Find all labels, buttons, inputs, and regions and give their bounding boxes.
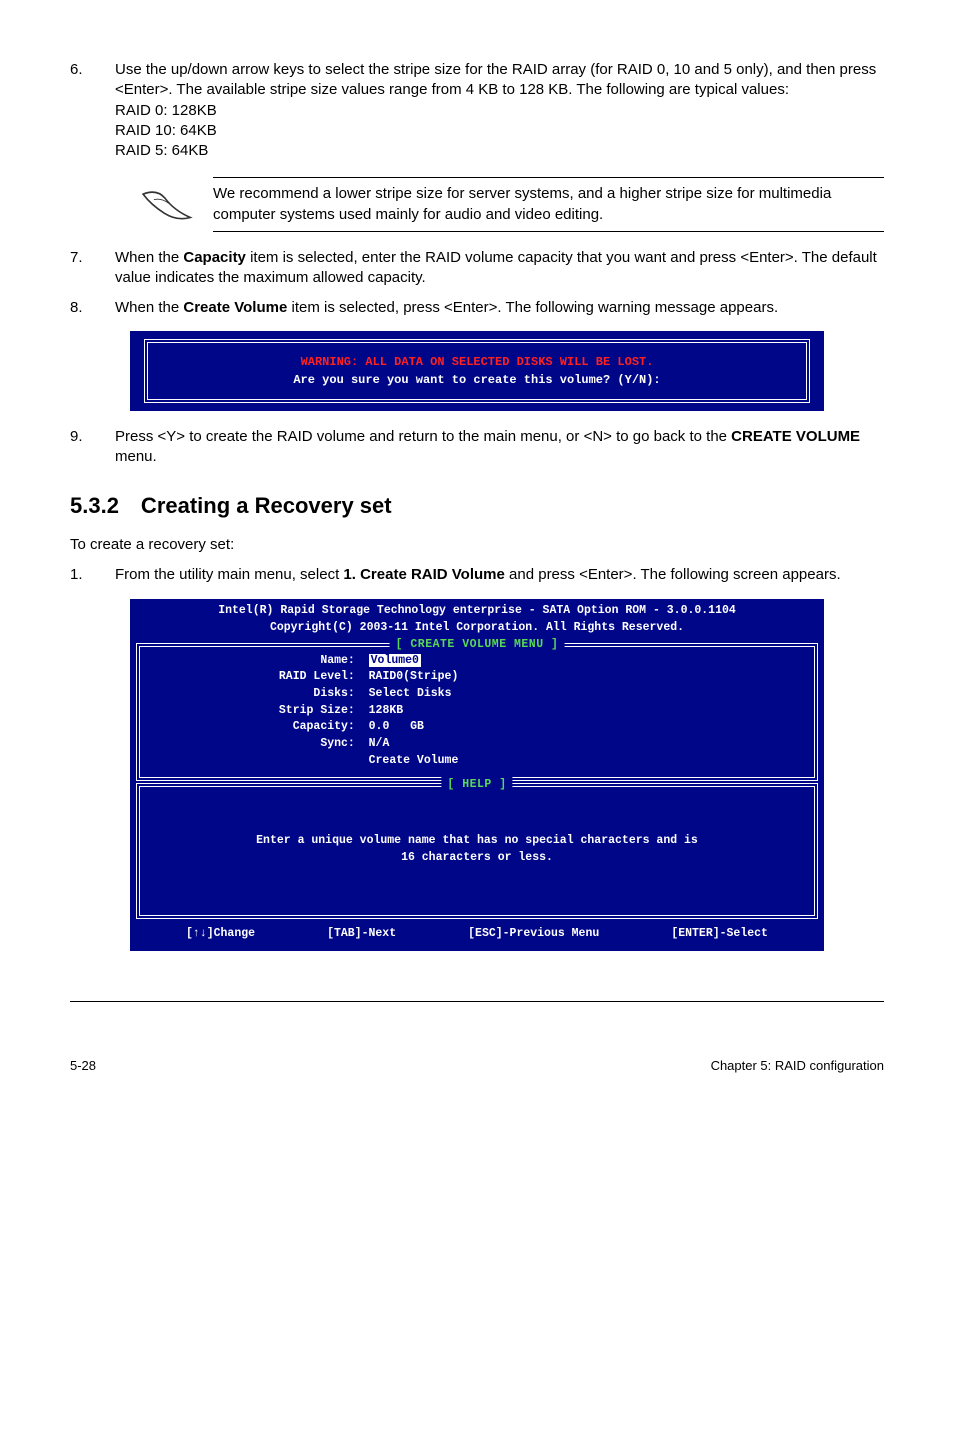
bios-header: Intel(R) Rapid Storage Technology enterp…	[130, 599, 824, 640]
bios-header-line2: Copyright(C) 2003-11 Intel Corporation. …	[130, 620, 824, 637]
disks-value: Select Disks	[369, 687, 452, 700]
sync-value: N/A	[369, 737, 390, 750]
page-footer: 5-28 Chapter 5: RAID configuration	[70, 1057, 884, 1075]
panel-title-create: [ CREATE VOLUME MENU ]	[390, 637, 565, 654]
step8-bold: Create Volume	[183, 299, 287, 316]
step-1: 1. From the utility main menu, select 1.…	[70, 565, 884, 585]
bios-header-line1: Intel(R) Rapid Storage Technology enterp…	[130, 603, 824, 620]
bios-screen: Intel(R) Rapid Storage Technology enterp…	[130, 599, 824, 951]
step1-post: and press <Enter>. The following screen …	[505, 566, 841, 583]
note-text-container: We recommend a lower stripe size for ser…	[213, 175, 884, 234]
step-8: 8. When the Create Volume item is select…	[70, 298, 884, 318]
note-text: We recommend a lower stripe size for ser…	[213, 180, 884, 229]
step1-pre: From the utility main menu, select	[115, 566, 343, 583]
step6-text: Use the up/down arrow keys to select the…	[115, 61, 876, 98]
step8-pre: When the	[115, 299, 183, 316]
raid-value: RAID0(Stripe)	[369, 670, 459, 683]
step1-bold: 1. Create RAID Volume	[343, 566, 504, 583]
name-value: Volume0	[369, 654, 421, 667]
help-panel: [ HELP ] Enter a unique volume name that…	[136, 783, 818, 918]
chapter-label: Chapter 5: RAID configuration	[711, 1057, 884, 1075]
capacity-label: Capacity:	[293, 720, 355, 733]
step-number: 6.	[70, 60, 115, 161]
nav-esc: [ESC]-Previous Menu	[468, 926, 599, 943]
strip-value: 128KB	[369, 704, 404, 717]
name-label: Name:	[320, 654, 355, 667]
step-number: 7.	[70, 248, 115, 289]
step9-pre: Press <Y> to create the RAID volume and …	[115, 428, 731, 445]
create-volume-panel: [ CREATE VOLUME MENU ] Name: Volume0 RAI…	[136, 643, 818, 782]
page-number: 5-28	[70, 1057, 96, 1075]
bios-nav: [↑↓]Change [TAB]-Next [ESC]-Previous Men…	[130, 921, 824, 948]
warning-line1: WARNING: ALL DATA ON SELECTED DISKS WILL…	[158, 353, 796, 371]
help-line1: Enter a unique volume name that has no s…	[162, 833, 792, 850]
help-text: Enter a unique volume name that has no s…	[152, 793, 802, 906]
capacity-value: 0.0 GB	[369, 720, 424, 733]
nav-enter: [ENTER]-Select	[671, 926, 768, 943]
note-top-rule	[213, 177, 884, 178]
step-number: 9.	[70, 427, 115, 468]
sync-label: Sync:	[320, 737, 355, 750]
step6-l2: RAID 10: 64KB	[115, 122, 217, 139]
footer-rule	[70, 1001, 884, 1002]
raid-label: RAID Level:	[279, 670, 355, 683]
create-volume-action: Create Volume	[369, 754, 459, 767]
step-number: 8.	[70, 298, 115, 318]
step7-pre: When the	[115, 249, 183, 266]
step7-bold: Capacity	[183, 249, 246, 266]
step8-post: item is selected, press <Enter>. The fol…	[287, 299, 778, 316]
step-body: When the Create Volume item is selected,…	[115, 298, 884, 318]
step-number: 1.	[70, 565, 115, 585]
note-icon	[140, 186, 195, 224]
kv-raid: RAID Level: RAID0(Stripe)	[272, 669, 802, 686]
help-line2: 16 characters or less.	[162, 850, 792, 867]
step-body: When the Capacity item is selected, ente…	[115, 248, 884, 289]
disks-label: Disks:	[313, 687, 354, 700]
section-heading: 5.3.2 Creating a Recovery set	[70, 491, 884, 521]
step-7: 7. When the Capacity item is selected, e…	[70, 248, 884, 289]
step6-l1: RAID 0: 128KB	[115, 102, 217, 119]
nav-tab: [TAB]-Next	[327, 926, 396, 943]
kv-disks: Disks: Select Disks	[272, 686, 802, 703]
step-body: Press <Y> to create the RAID volume and …	[115, 427, 884, 468]
step-body: Use the up/down arrow keys to select the…	[115, 60, 884, 161]
note-block: We recommend a lower stripe size for ser…	[140, 175, 884, 234]
panel-title-help: [ HELP ]	[441, 777, 512, 794]
strip-label: Strip Size:	[279, 704, 355, 717]
warning-dialog: WARNING: ALL DATA ON SELECTED DISKS WILL…	[130, 331, 824, 411]
warning-inner: WARNING: ALL DATA ON SELECTED DISKS WILL…	[144, 339, 810, 403]
kv-sync: Sync: N/A	[272, 736, 802, 753]
recovery-intro: To create a recovery set:	[70, 535, 884, 555]
step6-l3: RAID 5: 64KB	[115, 142, 208, 159]
step-6: 6. Use the up/down arrow keys to select …	[70, 60, 884, 161]
step-9: 9. Press <Y> to create the RAID volume a…	[70, 427, 884, 468]
warning-line2: Are you sure you want to create this vol…	[158, 371, 796, 389]
step9-bold: CREATE VOLUME	[731, 428, 860, 445]
step9-post: menu.	[115, 448, 157, 465]
kv-strip: Strip Size: 128KB	[272, 703, 802, 720]
kv-capacity: Capacity: 0.0 GB	[272, 719, 802, 736]
step-body: From the utility main menu, select 1. Cr…	[115, 565, 884, 585]
kv-name: Name: Volume0	[272, 653, 802, 670]
nav-change: [↑↓]Change	[186, 926, 255, 943]
kv-create: Create Volume	[272, 753, 802, 770]
note-bottom-rule	[213, 231, 884, 232]
